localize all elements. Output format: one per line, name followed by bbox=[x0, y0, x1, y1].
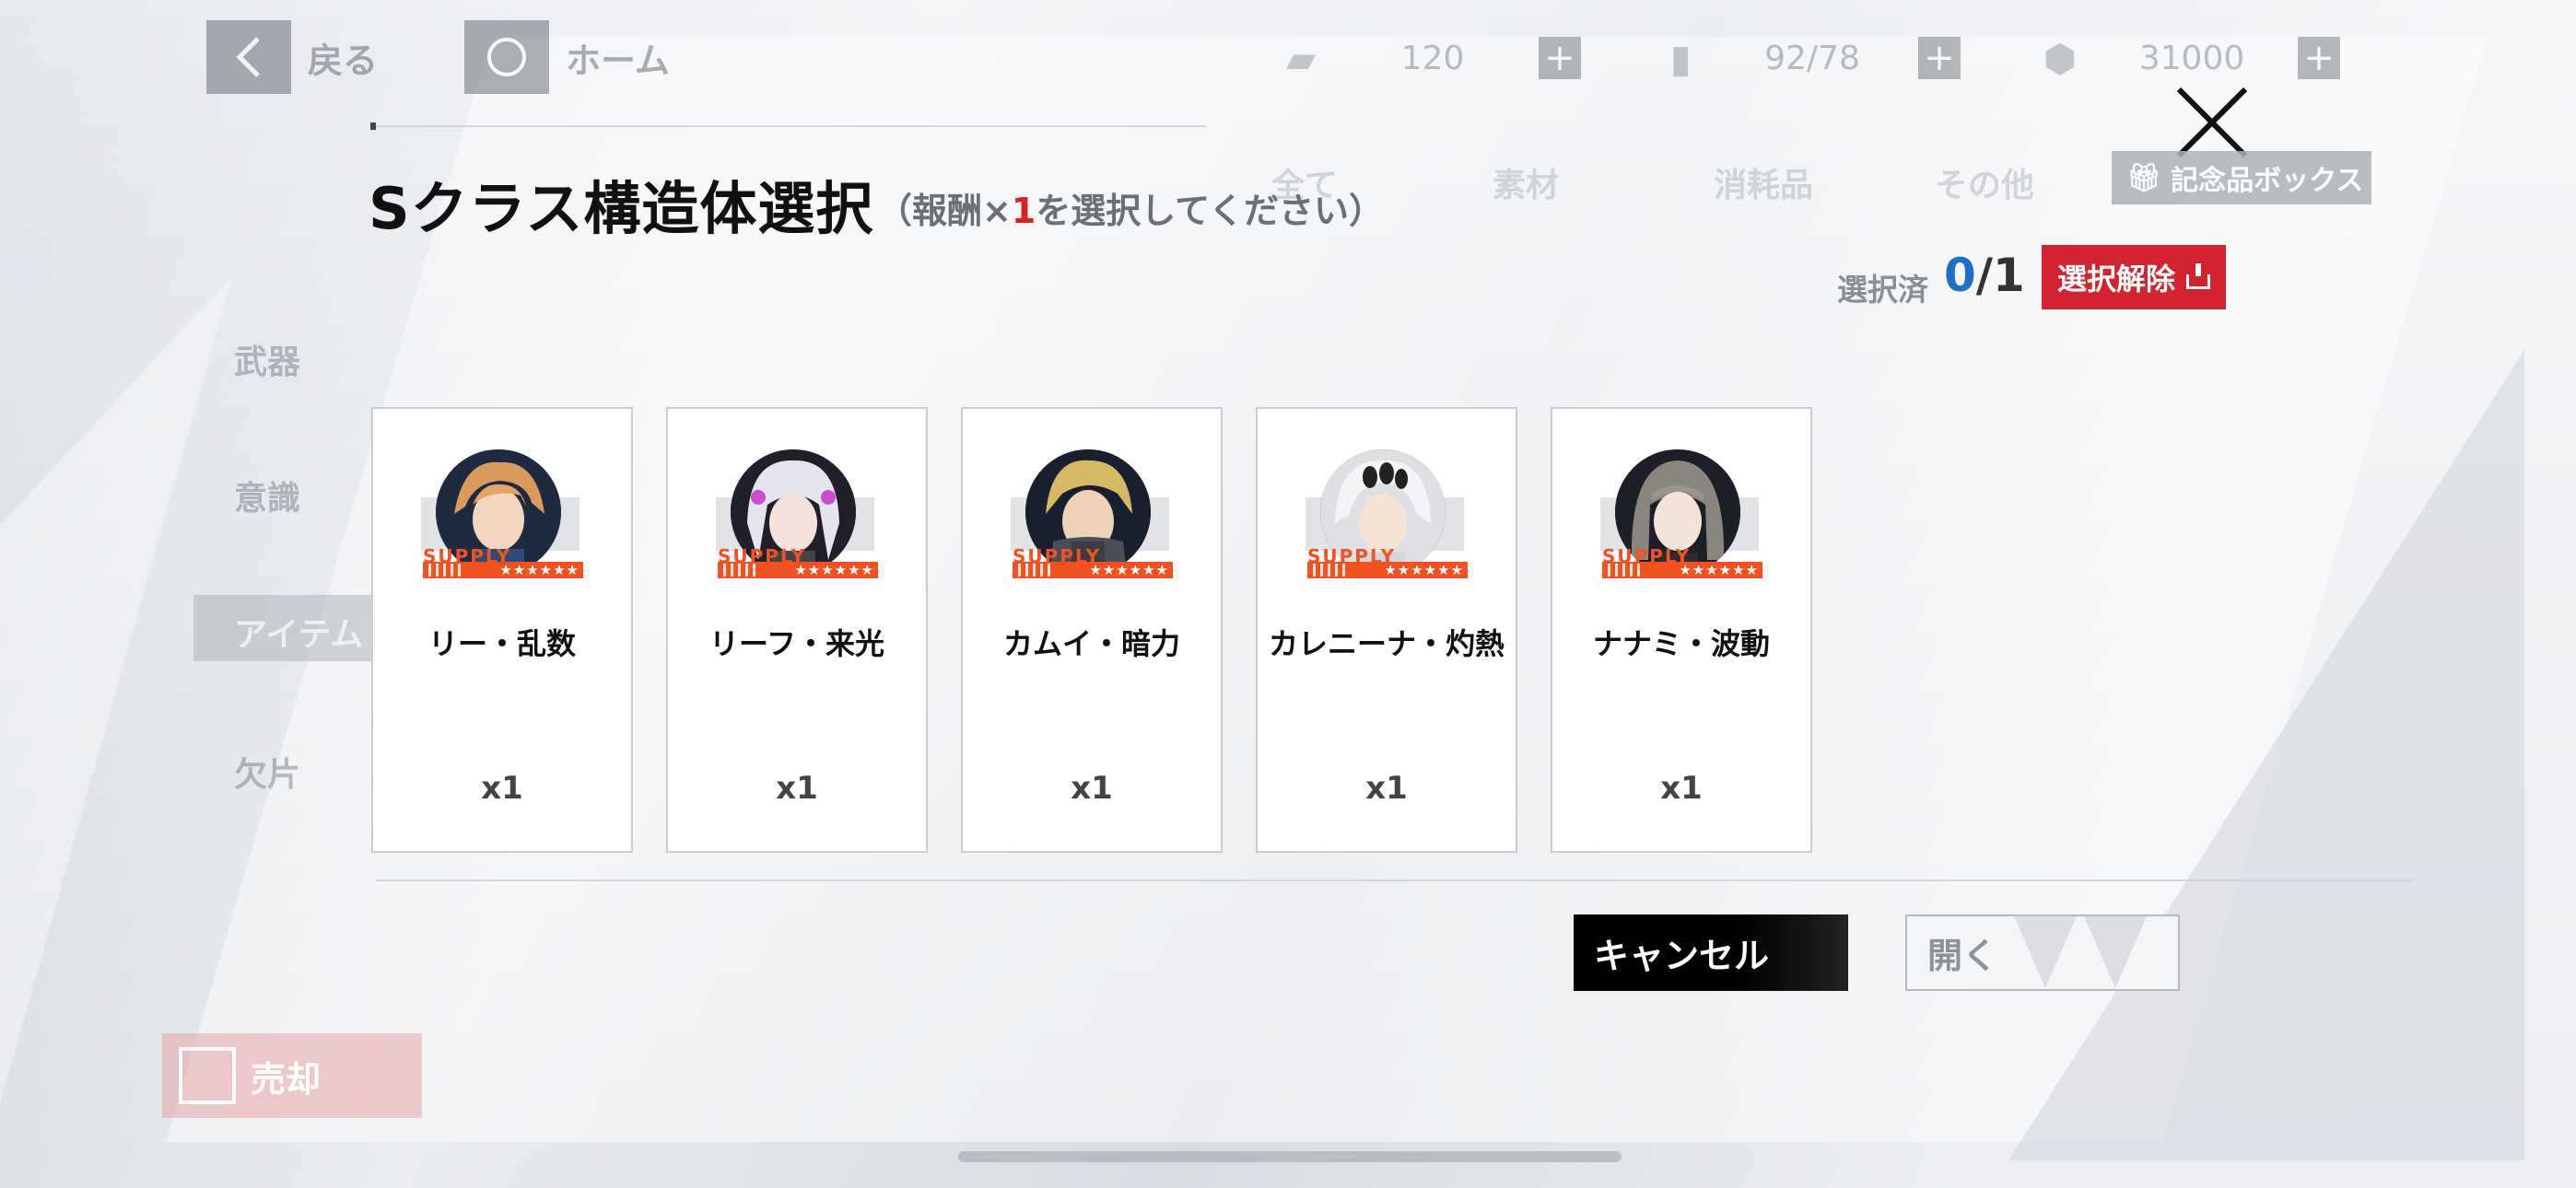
selected-label: 選択済 bbox=[1837, 272, 1928, 308]
selected-count: 0/1 bbox=[1944, 249, 2025, 302]
reward-count: 1 bbox=[1011, 191, 1036, 231]
tab-materials: 素材 bbox=[1493, 167, 1560, 204]
back-label: 戻る bbox=[308, 40, 379, 81]
construct-card-list: SUPPLY ★★★★★★ リー・乱数 x1 SUPPLY ★★★★★★ リーフ… bbox=[371, 407, 1812, 853]
modal-divider-top bbox=[370, 122, 1207, 130]
sidebar-item-items: アイテム bbox=[234, 616, 364, 654]
add-battery-button[interactable]: + bbox=[1918, 37, 1961, 79]
rarity-stars: ★★★★★★ bbox=[794, 562, 874, 578]
modal-subtitle: （報酬×1を選択してください） bbox=[877, 191, 1385, 231]
resource-value: 92/78 bbox=[1764, 39, 1860, 77]
tab-consumables: 消耗品 bbox=[1714, 167, 1814, 204]
add-coin-button[interactable]: + bbox=[2298, 37, 2340, 79]
resource-value: 120 bbox=[1400, 39, 1465, 77]
construct-quantity: x1 bbox=[1660, 770, 1703, 807]
rarity-stars: ★★★★★★ bbox=[1384, 562, 1464, 578]
supply-rarity-bar: SUPPLY ★★★★★★ bbox=[1013, 545, 1175, 578]
resource-coin: ⬢ 31000 + bbox=[2034, 31, 2340, 85]
construct-card[interactable]: SUPPLY ★★★★★★ カレニーナ・灼熱 x1 bbox=[1256, 407, 1517, 853]
cancel-button[interactable]: キャンセル bbox=[1574, 914, 1848, 991]
sidebar-item-weapons: 武器 bbox=[234, 344, 301, 381]
supply-rarity-bar: SUPPLY ★★★★★★ bbox=[718, 545, 880, 578]
rarity-stars: ★★★★★★ bbox=[1679, 562, 1759, 578]
open-label: 開く bbox=[1927, 936, 1998, 976]
battery-icon: ▮ bbox=[1669, 35, 1692, 81]
supply-rarity-bar: SUPPLY ★★★★★★ bbox=[1307, 545, 1469, 578]
gift-box-label: 記念品ボックス bbox=[2171, 165, 2364, 197]
construct-name: ナナミ・波動 bbox=[1592, 626, 1770, 661]
open-button[interactable]: 開く bbox=[1905, 914, 2180, 991]
home-label: ホーム bbox=[566, 40, 670, 81]
ticket-icon: ▰ bbox=[1285, 35, 1317, 81]
gift-box-button[interactable]: 🎁︎ 記念品ボックス bbox=[2112, 151, 2371, 204]
chevron-left-icon bbox=[206, 20, 291, 94]
modal-title: Sクラス構造体選択 bbox=[369, 175, 874, 242]
resource-battery: ▮ 92/78 + bbox=[1655, 31, 1961, 85]
construct-quantity: x1 bbox=[481, 770, 523, 807]
construct-card[interactable]: SUPPLY ★★★★★★ リーフ・来光 x1 bbox=[666, 407, 928, 853]
rarity-stars: ★★★★★★ bbox=[1089, 562, 1169, 578]
construct-name: リー・乱数 bbox=[427, 626, 576, 661]
rarity-stars: ★★★★★★ bbox=[499, 562, 580, 578]
construct-name: カムイ・暗力 bbox=[1002, 626, 1180, 661]
construct-card[interactable]: SUPPLY ★★★★★★ ナナミ・波動 x1 bbox=[1551, 407, 1812, 853]
sidebar-item-memory: 意識 bbox=[234, 480, 301, 518]
sell-button: 売却 bbox=[162, 1033, 422, 1118]
supply-rarity-bar: SUPPLY ★★★★★★ bbox=[423, 545, 585, 578]
resource-value: 31000 bbox=[2138, 39, 2245, 77]
home-button[interactable]: ホーム bbox=[464, 20, 670, 94]
sidebar-item-fragments: 欠片 bbox=[234, 756, 301, 794]
modal-divider-bottom bbox=[376, 879, 2412, 881]
construct-name: カレニーナ・灼熱 bbox=[1268, 626, 1505, 661]
gift-icon: 🎁︎ bbox=[2126, 161, 2162, 194]
home-circle-icon bbox=[464, 20, 549, 94]
construct-quantity: x1 bbox=[1071, 770, 1113, 807]
resource-ticket: ▰ 120 + bbox=[1275, 31, 1581, 85]
deselect-label: 選択解除 bbox=[2056, 262, 2175, 297]
home-indicator[interactable] bbox=[958, 1151, 1622, 1162]
construct-quantity: x1 bbox=[1365, 770, 1408, 807]
sell-icon bbox=[179, 1047, 236, 1104]
construct-quantity: x1 bbox=[776, 770, 818, 807]
construct-card[interactable]: SUPPLY ★★★★★★ リー・乱数 x1 bbox=[371, 407, 633, 853]
back-button[interactable]: 戻る bbox=[206, 20, 378, 94]
deselect-button[interactable]: 選択解除 bbox=[2042, 245, 2226, 309]
broom-icon bbox=[2186, 263, 2210, 291]
construct-card[interactable]: SUPPLY ★★★★★★ カムイ・暗力 x1 bbox=[961, 407, 1223, 853]
tab-others: その他 bbox=[1935, 167, 2035, 204]
coin-icon: ⬢ bbox=[2043, 35, 2078, 81]
add-ticket-button[interactable]: + bbox=[1539, 37, 1581, 79]
cancel-label: キャンセル bbox=[1594, 936, 1770, 976]
sell-label: 売却 bbox=[251, 1058, 322, 1100]
supply-rarity-bar: SUPPLY ★★★★★★ bbox=[1602, 545, 1764, 578]
construct-name: リーフ・来光 bbox=[708, 626, 885, 661]
